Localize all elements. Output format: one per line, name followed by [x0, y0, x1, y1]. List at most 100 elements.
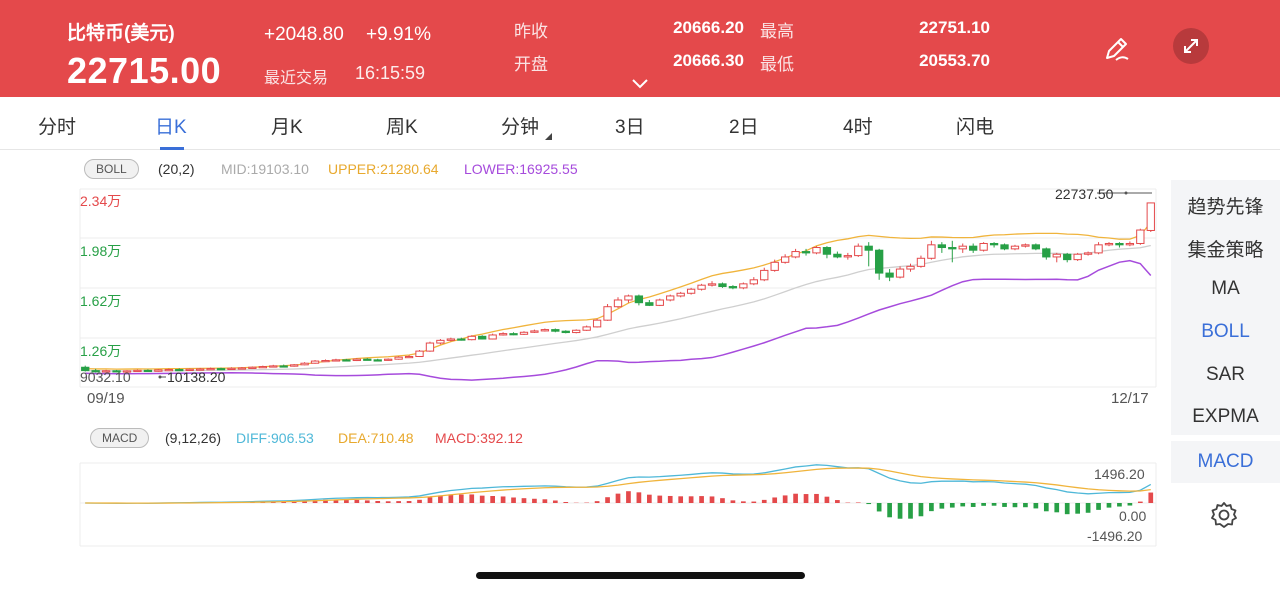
macd-diff-value: DIFF:906.53 [236, 430, 314, 446]
candle-body [425, 342, 435, 352]
candle-body [1000, 244, 1009, 250]
candle-body [310, 360, 320, 364]
candle-body [530, 330, 539, 333]
candle-body [352, 358, 361, 362]
candle-body [457, 338, 466, 341]
x-label-end: 12/17 [1111, 390, 1149, 407]
x-label-start: 09/19 [87, 390, 125, 407]
candle-body [843, 255, 852, 258]
candle-body [269, 365, 278, 368]
kline-chart[interactable] [0, 0, 1280, 591]
candle-body [1052, 253, 1061, 258]
boll-lower-line [85, 259, 1152, 381]
candle-body [1021, 244, 1030, 247]
y-label-top: 2.34万 [80, 193, 122, 209]
candle-body [1115, 242, 1124, 246]
candle-body [561, 330, 570, 334]
candle-body [916, 257, 926, 267]
candle-body [979, 242, 988, 251]
candle-body [488, 334, 497, 340]
macd-value: MACD:392.12 [435, 430, 523, 446]
candle-body [1073, 253, 1082, 261]
macd-dea-value: DEA:710.48 [338, 430, 414, 446]
candle-body [895, 268, 905, 278]
sidebar-item-macd[interactable]: MACD [1171, 451, 1280, 473]
candle-body [969, 245, 978, 251]
sidebar-item-trend[interactable]: 趋势先锋 [1171, 192, 1280, 219]
macd-y-zero: 0.00 [1119, 508, 1147, 524]
candle-body [415, 350, 424, 357]
settings-gear-icon[interactable] [1209, 500, 1239, 530]
macd-indicator-tag[interactable]: MACD [90, 428, 150, 448]
candle-body [749, 279, 758, 285]
sidebar-item-expma[interactable]: EXPMA [1171, 406, 1280, 428]
candle-body [833, 253, 842, 258]
sidebar-item-boll[interactable]: BOLL [1171, 321, 1280, 343]
candle-body [1136, 229, 1145, 244]
candle-body [697, 284, 706, 290]
candle-body [666, 295, 675, 301]
candle-body [718, 283, 727, 288]
candle-body [592, 319, 602, 328]
candle-body [906, 265, 915, 270]
candle-body [331, 359, 341, 362]
candle-body [509, 333, 518, 336]
candle-body [551, 329, 560, 332]
candle-body [384, 358, 393, 361]
candle-body [864, 245, 873, 251]
candle-body [634, 295, 644, 304]
candle-body [540, 329, 550, 332]
candle-body [686, 288, 696, 294]
candle-body [133, 369, 142, 373]
sidebar-item-ma[interactable]: MA [1171, 278, 1280, 300]
candle-body [822, 247, 832, 255]
macd-y-bottom: -1496.20 [1087, 528, 1143, 544]
candle-body [791, 251, 800, 258]
candle-body [467, 335, 476, 341]
candle-body [289, 364, 299, 367]
candle-body [676, 292, 685, 297]
candle-body [739, 283, 748, 289]
max-marker-dot [1124, 191, 1128, 195]
candle-body [1063, 253, 1072, 261]
candle-body [801, 251, 811, 254]
candle-body [780, 256, 790, 263]
y-label-bottom: 9032.10 [80, 369, 131, 385]
candle-body [237, 367, 247, 370]
candle-body [812, 247, 821, 254]
candle-body [227, 367, 236, 371]
min-marker-dot [158, 375, 162, 379]
candle-body [927, 244, 936, 259]
y-label-4: 1.26万 [80, 343, 122, 359]
candle-body [1042, 248, 1051, 258]
candle-body [707, 283, 717, 286]
candle-body [1031, 244, 1041, 250]
candle-body [603, 306, 612, 321]
candle-body [519, 331, 529, 335]
candle-body [854, 245, 863, 257]
candle-body [404, 355, 414, 359]
candle-body [498, 333, 508, 336]
macd-params: (9,12,26) [165, 430, 222, 446]
y-label-2: 1.98万 [80, 243, 122, 259]
candle-body [143, 369, 153, 373]
candle-body [321, 360, 330, 363]
candle-body [436, 339, 445, 344]
candle-body [342, 359, 351, 362]
candle-body [1146, 202, 1155, 231]
home-indicator [476, 572, 805, 579]
macd-y-top: 1496.20 [1094, 466, 1145, 482]
candle-body [572, 329, 581, 334]
candle-body [446, 338, 456, 341]
candle-body [363, 358, 372, 361]
candle-body [1010, 245, 1020, 250]
candle-body [394, 356, 403, 360]
candle-body [760, 269, 769, 281]
max-price-marker: 22737.50 [1055, 186, 1114, 202]
sidebar-item-strategy[interactable]: 集金策略 [1171, 235, 1280, 262]
candle-body [728, 286, 738, 289]
candle-body [948, 247, 957, 250]
candle-body [300, 362, 309, 366]
sidebar-item-sar[interactable]: SAR [1171, 364, 1280, 386]
candle-body [582, 326, 591, 331]
